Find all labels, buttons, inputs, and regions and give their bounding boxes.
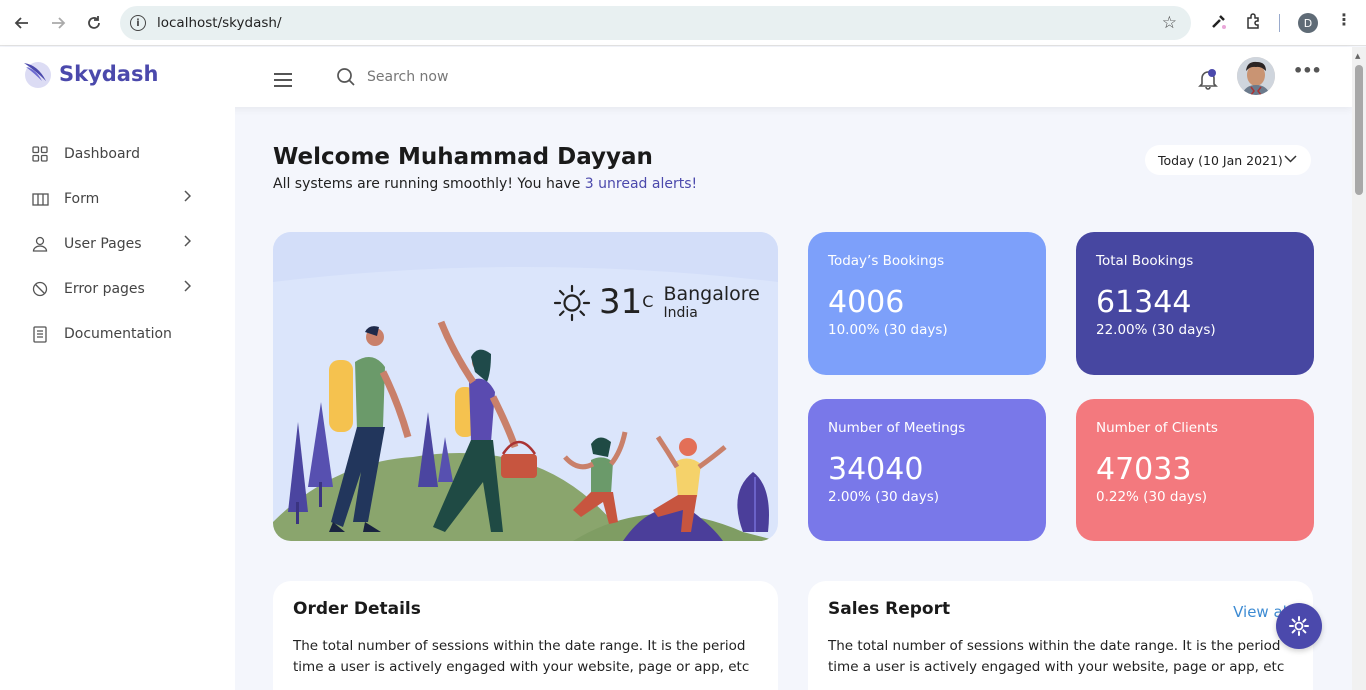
brand-name: Skydash: [59, 62, 159, 86]
toolbar-divider: [1279, 14, 1280, 32]
browser-profile-avatar[interactable]: D: [1298, 13, 1318, 33]
gear-icon: [1289, 616, 1309, 636]
eyedropper-extension-icon[interactable]: [1210, 12, 1228, 34]
browser-toolbar: i localhost/skydash/ ☆ D ⋮: [0, 0, 1366, 46]
search-input[interactable]: [367, 69, 567, 85]
browser-menu-icon[interactable]: ⋮: [1336, 10, 1352, 29]
menu-toggle-icon[interactable]: [274, 73, 292, 91]
sales-report-card: Sales Report View all The total number o…: [808, 581, 1313, 690]
scroll-up-icon[interactable]: ▲: [1355, 52, 1360, 60]
page-scrollbar[interactable]: ▲: [1352, 47, 1366, 690]
settings-gear-button[interactable]: [1276, 603, 1322, 649]
skydash-logo-icon: [24, 62, 51, 88]
stat-change: 10.00% (30 days): [828, 322, 948, 338]
chevron-right-icon: [183, 235, 192, 250]
temperature: 31C: [599, 284, 653, 320]
columns-icon: [31, 190, 49, 208]
unread-alerts-link[interactable]: 3 unread alerts!: [585, 176, 697, 192]
stat-title: Total Bookings: [1096, 253, 1194, 269]
search-bar: [336, 67, 567, 87]
stat-change: 2.00% (30 days): [828, 489, 940, 505]
welcome-subtitle: All systems are running smoothly! You ha…: [273, 176, 697, 192]
hiking-illustration: [273, 232, 778, 541]
sidebar-item-label: Form: [64, 191, 100, 207]
sidebar: Dashboard Form User Pages Error pages Do…: [0, 107, 235, 690]
stat-card-todays-bookings: Today’s Bookings 4006 10.00% (30 days): [808, 232, 1046, 375]
sidebar-item-label: Error pages: [64, 281, 145, 297]
stat-value: 47033: [1096, 452, 1192, 487]
stat-value: 4006: [828, 285, 905, 320]
chevron-right-icon: [183, 190, 192, 205]
grid-icon: [31, 145, 49, 163]
forward-icon[interactable]: [46, 11, 70, 35]
scrollbar-thumb[interactable]: [1355, 65, 1363, 195]
sidebar-item-label: User Pages: [64, 236, 142, 252]
sidebar-item-label: Documentation: [64, 326, 172, 342]
weather-card: 31C Bangalore India: [273, 232, 778, 541]
back-icon[interactable]: [10, 11, 34, 35]
sidebar-item-documentation[interactable]: Documentation: [31, 322, 191, 346]
stat-change: 22.00% (30 days): [1096, 322, 1216, 338]
chevron-down-icon: [1284, 152, 1297, 168]
card-title: Sales Report: [828, 599, 951, 619]
card-description: The total number of sessions within the …: [828, 638, 1285, 675]
document-icon: [31, 325, 49, 343]
country-name: India: [663, 305, 698, 321]
date-filter-dropdown[interactable]: Today (10 Jan 2021): [1145, 145, 1311, 175]
subtitle-text: All systems are running smoothly! You ha…: [273, 176, 585, 192]
stat-card-clients: Number of Clients 47033 0.22% (30 days): [1076, 399, 1314, 541]
bookmark-star-icon[interactable]: ☆: [1162, 13, 1177, 33]
card-title: Order Details: [293, 599, 421, 619]
weather-info: 31C Bangalore India: [553, 284, 760, 322]
app-header: Skydash •••: [0, 47, 1352, 107]
stat-title: Today’s Bookings: [828, 253, 945, 269]
brand-logo[interactable]: Skydash: [22, 59, 158, 89]
stat-value: 34040: [828, 452, 924, 487]
more-options-icon[interactable]: •••: [1293, 61, 1322, 80]
ban-icon: [31, 280, 49, 298]
user-avatar[interactable]: [1237, 57, 1275, 95]
date-filter-label: Today (10 Jan 2021): [1158, 152, 1283, 168]
sidebar-item-user-pages[interactable]: User Pages: [31, 232, 192, 256]
sidebar-item-label: Dashboard: [64, 146, 140, 162]
city-name: Bangalore: [663, 283, 760, 305]
search-icon[interactable]: [336, 67, 356, 87]
stat-title: Number of Clients: [1096, 420, 1218, 436]
user-icon: [31, 235, 49, 253]
temperature-unit: C: [642, 292, 654, 311]
sidebar-item-form[interactable]: Form: [31, 187, 192, 211]
card-description: The total number of sessions within the …: [293, 638, 750, 675]
site-info-icon[interactable]: i: [130, 15, 146, 31]
sidebar-item-error-pages[interactable]: Error pages: [31, 277, 192, 301]
notification-bell-icon[interactable]: [1197, 68, 1219, 94]
stat-value: 61344: [1096, 285, 1192, 320]
address-bar[interactable]: i localhost/skydash/ ☆: [120, 6, 1191, 40]
sidebar-item-dashboard[interactable]: Dashboard: [31, 142, 191, 166]
sun-icon: [553, 284, 591, 322]
stat-change: 0.22% (30 days): [1096, 489, 1208, 505]
order-details-card: Order Details The total number of sessio…: [273, 581, 778, 690]
page-title: Welcome Muhammad Dayyan: [273, 144, 653, 170]
reload-icon[interactable]: [82, 11, 106, 35]
extensions-puzzle-icon[interactable]: [1245, 12, 1263, 34]
chevron-right-icon: [183, 280, 192, 295]
stat-card-total-bookings: Total Bookings 61344 22.00% (30 days): [1076, 232, 1314, 375]
main-content: Welcome Muhammad Dayyan All systems are …: [235, 107, 1352, 690]
stat-card-meetings: Number of Meetings 34040 2.00% (30 days): [808, 399, 1046, 541]
url-text[interactable]: localhost/skydash/: [157, 15, 282, 31]
stat-title: Number of Meetings: [828, 420, 966, 436]
temperature-value: 31: [599, 282, 643, 322]
location: Bangalore India: [663, 283, 760, 322]
